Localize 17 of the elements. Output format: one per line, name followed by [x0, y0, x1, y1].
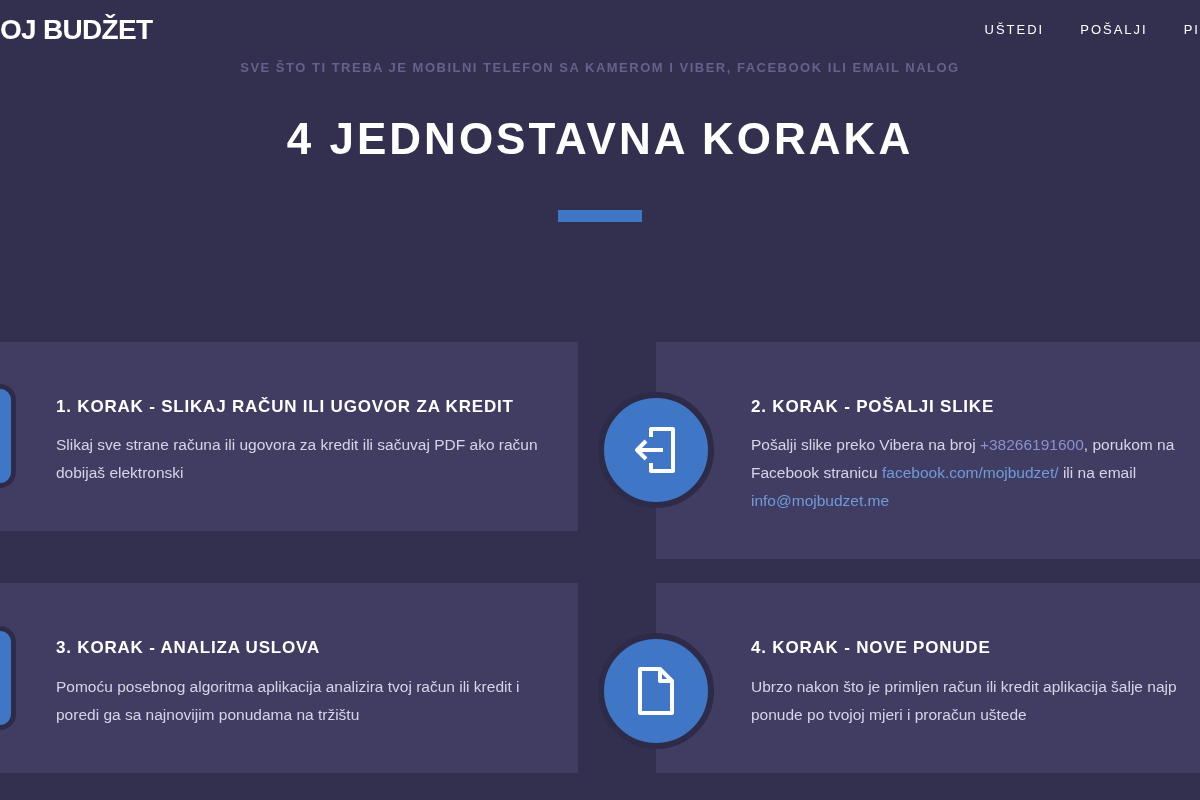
step-description: Pomoću posebnog algoritma aplikacija analizira tvoj račun ili kredit i poredi ga sa najnovijim ponudama na tržištu	[56, 676, 521, 725]
text-link[interactable]: info@mojbudzet.me	[751, 492, 890, 509]
logo[interactable]: OJ BUDŽET	[0, 9, 153, 51]
nav-link[interactable]: UŠTEDI	[984, 20, 1045, 40]
step-title: 3. KORAK - ANALIZA USLOVA	[56, 637, 321, 659]
document-icon	[636, 666, 676, 716]
step-description: Slikaj sve strane računa ili ugovora za kredit ili sačuvaj PDF ako račun dobijaš elektronski	[56, 435, 539, 483]
nav-link[interactable]: PI	[1183, 20, 1200, 40]
section-heading: 4 JEDNOSTAVNA KORAKA	[285, 112, 915, 165]
step-title: 1. KORAK - SLIKAJ RAČUN ILI UGOVOR ZA KREDIT	[56, 395, 515, 418]
step-title: 2. KORAK - POŠALJI SLIKE	[751, 395, 996, 418]
subtitle: SVE ŠTO TI TREBA JE MOBILNI TELEFON SA KAMEROM I VIBER, FACEBOOK ILI EMAIL NALOG	[239, 59, 961, 77]
nav-link[interactable]: POŠALJI	[1080, 20, 1148, 40]
step-description: Ubrzo nakon što je primljen račun ili kredit aplikacija šalje najp ponude po tvojoj mjeri i proračun uštede	[751, 676, 1178, 725]
step-description: Pošalji slike preko Vibera na broj +38266191600, porukom na Facebook stranicu facebook.com/mojbudzet/ ili na email info@mojbudzet.me	[751, 435, 1176, 511]
text-link[interactable]: facebook.com/mojbudzet/	[881, 464, 1059, 481]
step-title: 4. KORAK - NOVE PONUDE	[751, 637, 992, 659]
